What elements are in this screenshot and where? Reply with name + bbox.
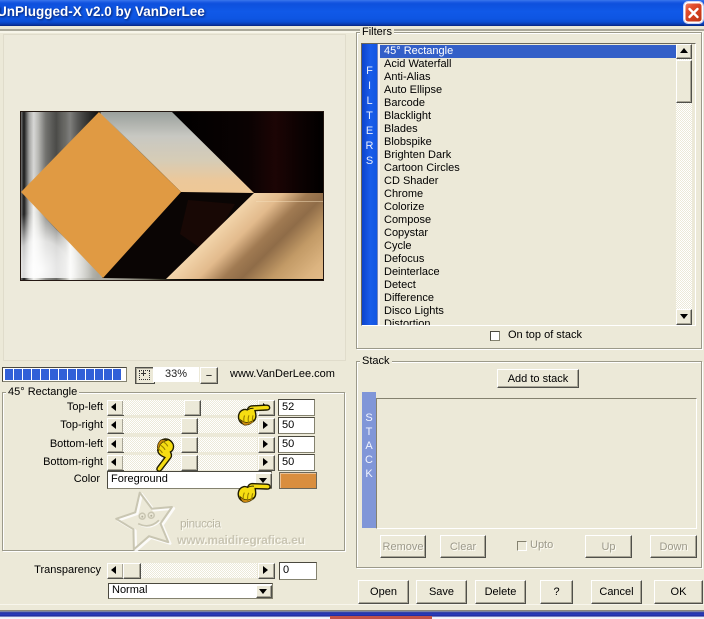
svg-text:pinuccia: pinuccia: [180, 516, 221, 530]
svg-text:www.maidiregrafica.eu: www.maidiregrafica.eu: [176, 533, 305, 547]
